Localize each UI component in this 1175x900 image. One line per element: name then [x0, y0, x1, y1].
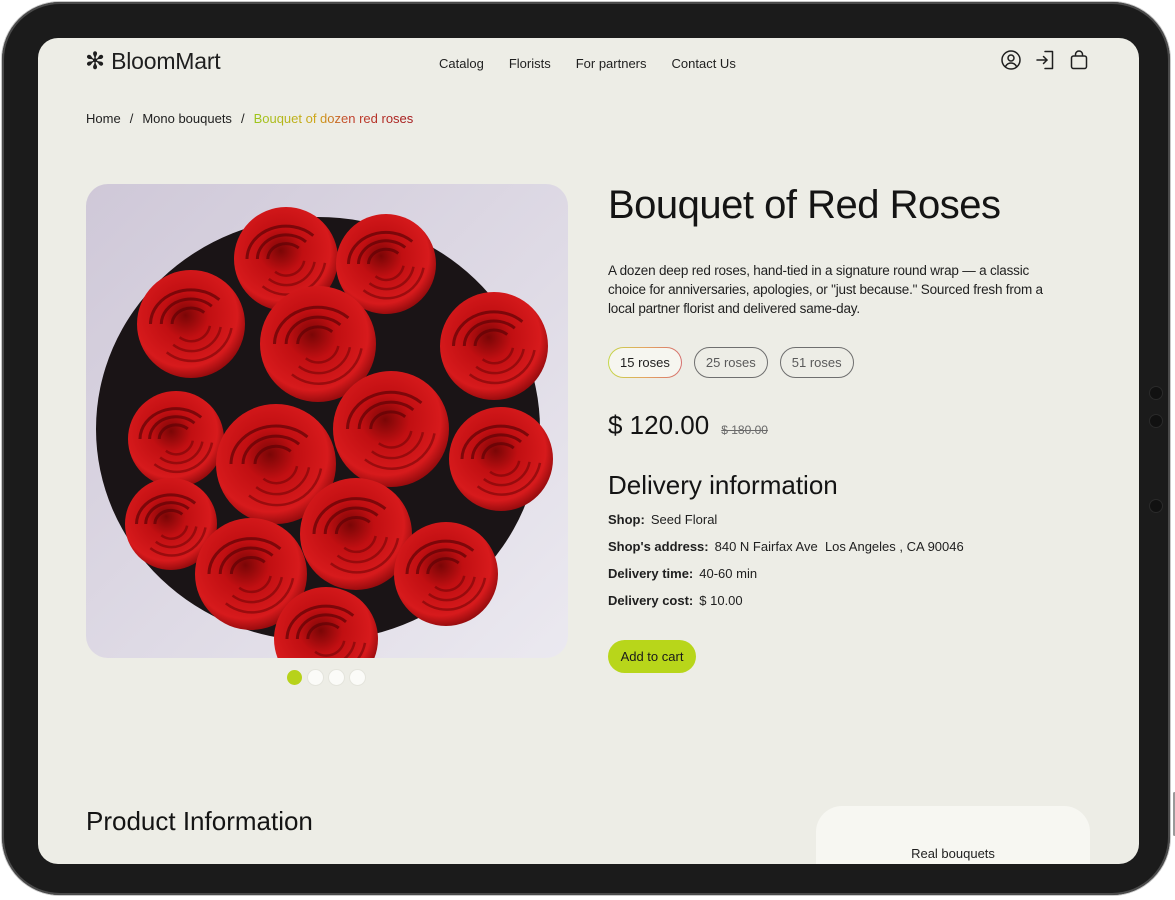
delivery-value: 40-60 min [699, 566, 758, 581]
product-photo[interactable] [86, 184, 568, 658]
nav-florists[interactable]: Florists [509, 56, 551, 71]
delivery-shop: Shop: Seed Floral [608, 512, 717, 527]
delivery-address: Shop's address: 840 N Fairfax Ave Los An… [608, 539, 964, 554]
breadcrumb-separator: / [240, 111, 245, 126]
breadcrumb: Home / Mono bouquets / Bouquet of dozen … [86, 111, 413, 126]
account-icon[interactable] [1000, 49, 1022, 71]
login-icon[interactable] [1034, 49, 1056, 71]
gallery-dot[interactable] [287, 670, 302, 685]
breadcrumb-home[interactable]: Home [86, 111, 121, 126]
size-option-15[interactable]: 15 roses [608, 347, 682, 378]
screen: ✻ BloomMart Catalog Florists For partner… [38, 38, 1139, 864]
size-option-25[interactable]: 25 roses [693, 347, 768, 378]
sensor-dot [1150, 387, 1162, 399]
nav-for-partners[interactable]: For partners [576, 56, 647, 71]
sensor-dot [1150, 415, 1162, 427]
gallery-dot[interactable] [350, 670, 365, 685]
size-option-51[interactable]: 51 roses [779, 347, 854, 378]
delivery-value: Seed Floral [650, 512, 718, 527]
delivery-label: Delivery cost: [608, 593, 694, 608]
breadcrumb-mono-bouquets[interactable]: Mono bouquets [142, 111, 232, 126]
delivery-label: Delivery time: [608, 566, 694, 581]
current-price: $ 120.00 [608, 410, 710, 440]
delivery-value: 840 N Fairfax Ave Los Angeles , CA 90046 [714, 539, 964, 554]
breadcrumb-separator: / [129, 111, 134, 126]
brand-logo[interactable]: ✻ BloomMart [85, 48, 221, 75]
gallery-dot[interactable] [329, 670, 344, 685]
size-selector: 15 roses 25 roses 51 roses [608, 347, 854, 378]
product-description: A dozen deep red roses, hand-tied in a s… [608, 263, 1043, 316]
cart-bag-icon[interactable] [1068, 49, 1090, 71]
nav-catalog[interactable]: Catalog [439, 56, 484, 71]
header-icons [1000, 49, 1090, 71]
price-block: $ 120.00 $ 180.00 [608, 410, 768, 441]
breadcrumb-current: Bouquet of dozen red roses [253, 111, 414, 126]
delivery-label: Shop's address: [608, 539, 709, 554]
delivery-value: $ 10.00 [699, 593, 743, 608]
brand-name: BloomMart [111, 48, 221, 74]
add-to-cart-button[interactable]: Add to cart [608, 640, 696, 673]
sensor-dot [1150, 500, 1162, 512]
gallery-pagination [287, 670, 365, 685]
delivery-cost: Delivery cost: $ 10.00 [608, 593, 743, 608]
main-nav: Catalog Florists For partners Contact Us [439, 56, 736, 71]
delivery-time: Delivery time: 40-60 min [608, 566, 757, 581]
real-bouquets-card[interactable]: Real bouquets [816, 806, 1090, 864]
flower-icon: ✻ [85, 47, 106, 75]
product-title: Bouquet of Red Roses [608, 183, 1001, 227]
product-info-heading: Product Information [86, 806, 313, 836]
real-bouquets-label: Real bouquets [911, 846, 995, 861]
gallery-dot[interactable] [308, 670, 323, 685]
nav-contact-us[interactable]: Contact Us [672, 56, 736, 71]
delivery-label: Shop: [608, 512, 645, 527]
old-price: $ 180.00 [721, 423, 768, 437]
tablet-frame: ✻ BloomMart Catalog Florists For partner… [2, 2, 1175, 895]
delivery-heading: Delivery information [608, 470, 838, 500]
